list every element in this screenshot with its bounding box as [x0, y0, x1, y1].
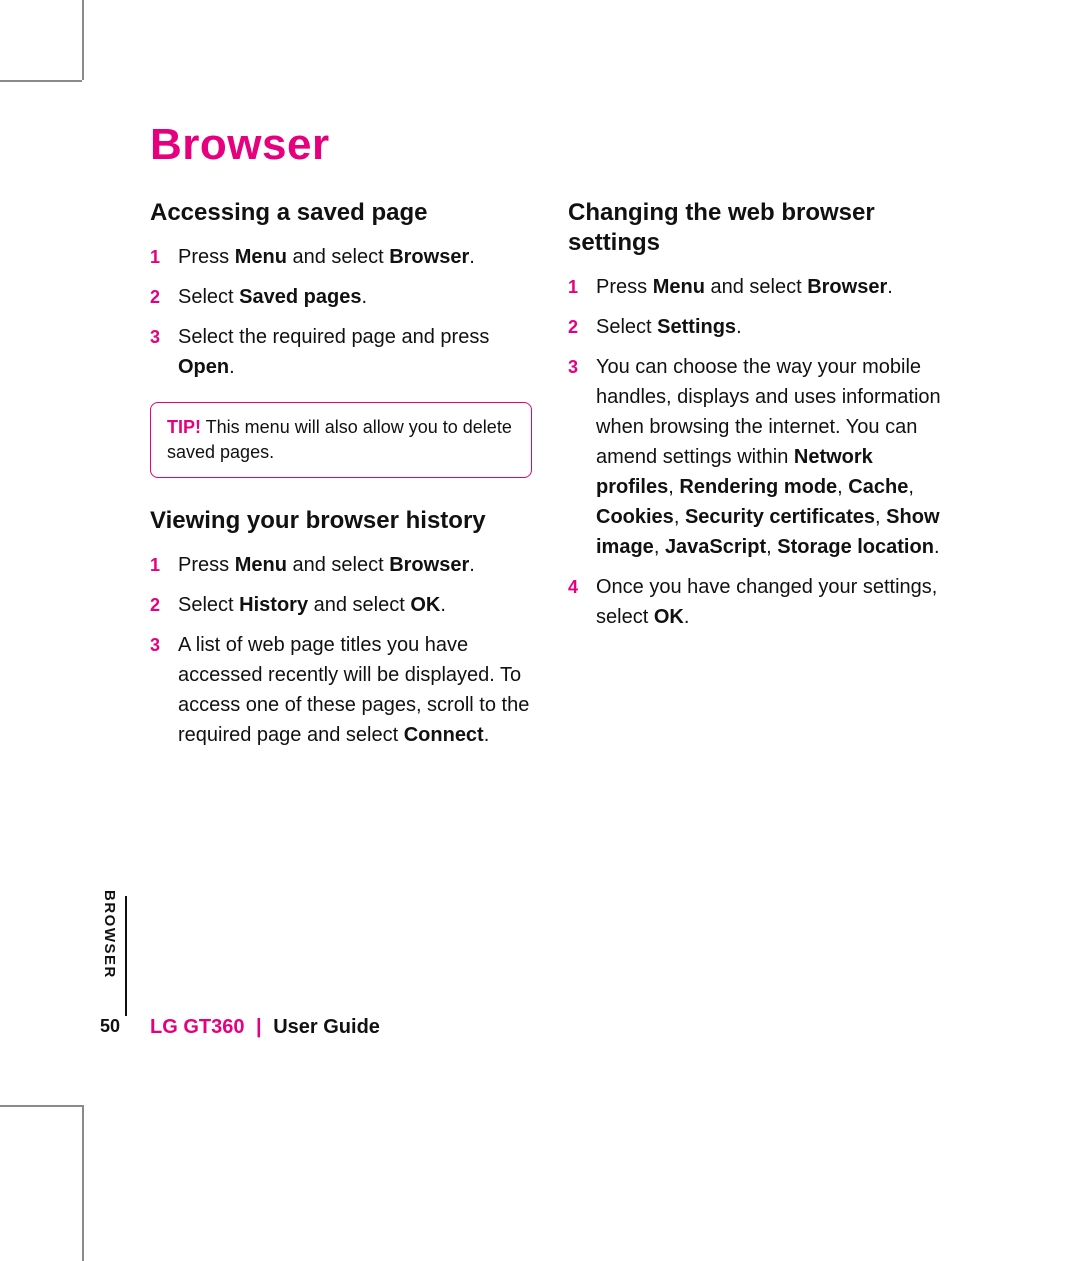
page-number: 50	[100, 1016, 120, 1037]
step-item: 1 Press Menu and select Browser.	[150, 242, 532, 272]
step-text: Select Saved pages.	[178, 286, 367, 308]
side-section-label-text: BROWSER	[101, 890, 118, 979]
step-number: 4	[568, 574, 578, 601]
left-column: Accessing a saved page 1 Press Menu and s…	[150, 198, 532, 770]
steps-accessing-saved-page: 1 Press Menu and select Browser. 2 Select S…	[150, 242, 532, 382]
step-number: 2	[568, 314, 578, 341]
footer-guide: User Guide	[273, 1016, 380, 1038]
section-heading-changing-settings: Changing the web browser settings	[568, 198, 950, 258]
tip-text: This menu will also allow you to delete …	[167, 417, 512, 462]
crop-mark	[0, 80, 82, 82]
side-section-label: BROWSER	[100, 890, 122, 1010]
step-number: 1	[150, 552, 160, 579]
step-item: 2 Select History and select OK.	[150, 590, 532, 620]
section-heading-accessing-saved-page: Accessing a saved page	[150, 198, 532, 228]
crop-mark	[0, 1105, 82, 1107]
section-heading-viewing-history: Viewing your browser history	[150, 506, 532, 536]
step-text: Press Menu and select Browser.	[596, 276, 893, 298]
right-column: Changing the web browser settings 1 Press…	[568, 198, 950, 770]
crop-mark	[82, 1105, 84, 1261]
step-item: 2 Select Saved pages.	[150, 282, 532, 312]
step-text: Press Menu and select Browser.	[178, 554, 475, 576]
crop-mark	[82, 0, 84, 80]
step-text: A list of web page titles you have acces…	[178, 634, 529, 746]
step-item: 1 Press Menu and select Browser.	[150, 550, 532, 580]
tip-label: TIP!	[167, 417, 201, 437]
step-number: 3	[568, 354, 578, 381]
step-text: Select Settings.	[596, 316, 742, 338]
footer-brand: LG GT360	[150, 1016, 244, 1038]
footer-separator: |	[250, 1016, 268, 1038]
steps-viewing-history: 1 Press Menu and select Browser. 2 Select H…	[150, 550, 532, 750]
tip-box: TIP! This menu will also allow you to de…	[150, 402, 532, 478]
step-item: 1 Press Menu and select Browser.	[568, 272, 950, 302]
step-number: 2	[150, 284, 160, 311]
steps-changing-settings: 1 Press Menu and select Browser. 2 Select S…	[568, 272, 950, 632]
step-item: 3 You can choose the way your mobile hand…	[568, 352, 950, 562]
step-text: Select History and select OK.	[178, 594, 446, 616]
step-item: 3 A list of web page titles you have acce…	[150, 630, 532, 750]
step-number: 1	[568, 274, 578, 301]
step-number: 1	[150, 244, 160, 271]
step-text: Select the required page and press Open.	[178, 326, 489, 378]
step-number: 3	[150, 324, 160, 351]
side-rule	[125, 896, 127, 1016]
manual-page: Browser Accessing a saved page 1 Press Me…	[0, 0, 1080, 1261]
footer: LG GT360 | User Guide	[150, 1016, 380, 1039]
two-column-layout: Accessing a saved page 1 Press Menu and s…	[150, 198, 950, 770]
page-title: Browser	[150, 120, 950, 170]
content-area: Browser Accessing a saved page 1 Press Me…	[150, 120, 950, 770]
step-number: 2	[150, 592, 160, 619]
step-number: 3	[150, 632, 160, 659]
step-text: You can choose the way your mobile handl…	[596, 356, 941, 558]
step-item: 3 Select the required page and press Open…	[150, 322, 532, 382]
step-item: 4 Once you have changed your settings, se…	[568, 572, 950, 632]
step-text: Press Menu and select Browser.	[178, 246, 475, 268]
step-item: 2 Select Settings.	[568, 312, 950, 342]
step-text: Once you have changed your settings, sel…	[596, 576, 937, 628]
